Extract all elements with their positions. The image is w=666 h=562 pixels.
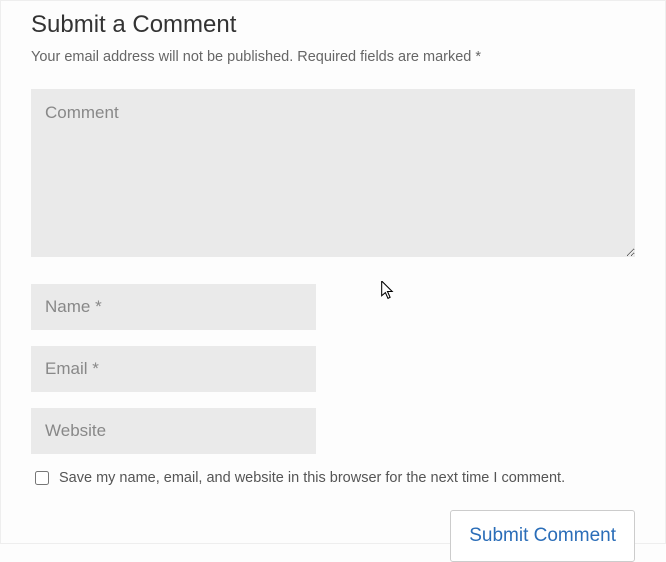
submit-button[interactable]: Submit Comment [450, 510, 635, 562]
save-info-label[interactable]: Save my name, email, and website in this… [59, 470, 565, 486]
save-info-checkbox[interactable] [35, 471, 49, 485]
website-input[interactable] [31, 408, 316, 454]
cursor-icon [381, 281, 395, 301]
email-input[interactable] [31, 346, 316, 392]
form-heading: Submit a Comment [31, 11, 635, 39]
name-input[interactable] [31, 284, 316, 330]
submit-row: Submit Comment [31, 510, 635, 562]
comment-textarea[interactable] [31, 89, 635, 257]
save-info-row: Save my name, email, and website in this… [31, 470, 635, 486]
form-subtext: Your email address will not be published… [31, 49, 635, 65]
